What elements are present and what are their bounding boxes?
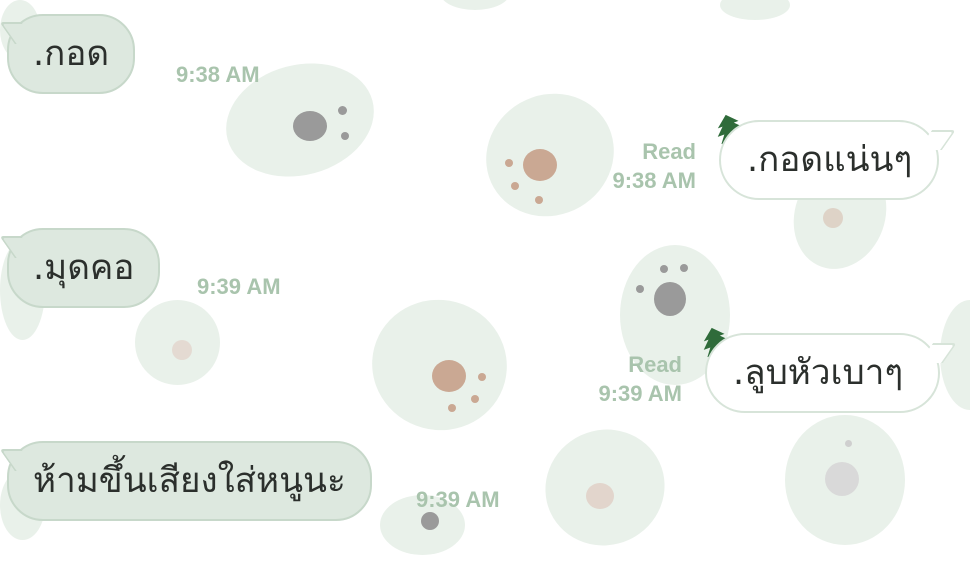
paw-toe [511,182,519,190]
paw-pad [654,282,686,316]
paw-toe [471,395,479,403]
paw-toe [636,285,644,293]
paw-blob [526,410,684,565]
paw-toe [448,404,456,412]
incoming-message-bubble[interactable]: .กอด [7,14,136,94]
paw-blob [440,0,510,10]
paw-toe [341,132,349,140]
paw-toe [660,265,668,273]
paw-pad [172,340,192,360]
message-text: .มุดคอ [33,247,135,288]
paw-toe [478,373,486,381]
message-timestamp: 9:39 AM [598,381,682,406]
paw-pad [825,462,859,496]
message-meta: Read 9:38 AM [590,137,696,195]
read-receipt: Read [628,352,682,377]
paw-pad [432,360,466,392]
paw-toe [535,196,543,204]
outgoing-message-bubble[interactable]: .กอดแน่นๆ [719,120,939,200]
paw-blob [720,0,790,20]
message-timestamp: 9:38 AM [176,62,260,87]
paw-pad [523,149,557,181]
paw-toe [680,264,688,272]
paw-toe [845,440,852,447]
message-meta: Read 9:39 AM [576,350,682,408]
paw-blob [357,284,522,446]
message-text: .กอดแน่นๆ [747,139,913,180]
message-timestamp: 9:39 AM [416,487,500,512]
paw-toe [505,159,513,167]
paw-pad [586,483,614,509]
outgoing-message-bubble[interactable]: .ลูบหัวเบาๆ [705,333,940,413]
paw-blob [785,415,905,545]
paw-toe [338,106,347,115]
message-text: .ลูบหัวเบาๆ [733,352,904,393]
paw-pad [421,512,439,530]
paw-pad [823,208,843,228]
read-receipt: Read [642,139,696,164]
message-text: .กอด [33,33,110,74]
message-timestamp: 9:38 AM [612,168,696,193]
paw-pad [293,111,327,141]
incoming-message-bubble[interactable]: ห้ามขึ้นเสียงใส่หนูนะ [7,441,372,521]
paw-blob [135,300,220,385]
message-text: ห้ามขึ้นเสียงใส่หนูนะ [33,460,346,501]
incoming-message-bubble[interactable]: .มุดคอ [7,228,161,308]
message-timestamp: 9:39 AM [197,274,281,299]
